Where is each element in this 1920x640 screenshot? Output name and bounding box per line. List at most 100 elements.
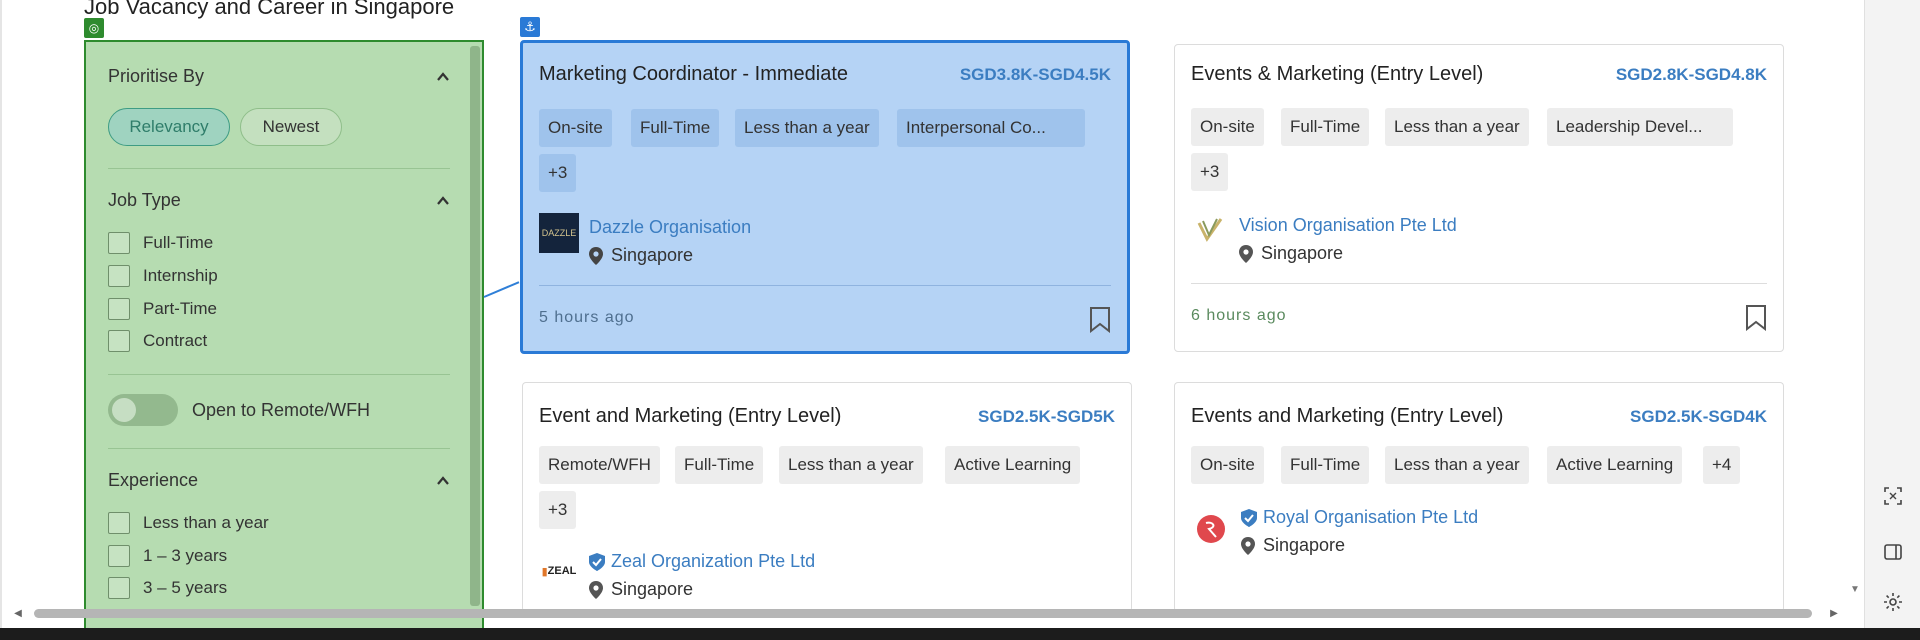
browser-viewport: Job Vacancy and Career in Singapore ◎ Pr… bbox=[0, 0, 1864, 640]
remote-toggle[interactable] bbox=[108, 394, 178, 426]
job-card[interactable]: Events & Marketing (Entry Level) SGD2.8K… bbox=[1174, 44, 1784, 352]
experience-header[interactable]: Experience bbox=[108, 470, 450, 491]
chevron-up-icon[interactable] bbox=[436, 474, 450, 488]
job-title[interactable]: Events and Marketing (Entry Level) bbox=[1191, 405, 1503, 428]
job-tag: Less than a year bbox=[779, 446, 923, 484]
job-tag-more[interactable]: +4 bbox=[1703, 446, 1741, 484]
checkbox[interactable] bbox=[108, 512, 130, 534]
checkbox[interactable] bbox=[108, 545, 130, 567]
checkbox[interactable] bbox=[108, 330, 130, 352]
company-name: Royal Organisation Pte Ltd bbox=[1263, 507, 1479, 527]
checkbox[interactable] bbox=[108, 577, 130, 599]
location-pin-icon bbox=[589, 580, 603, 599]
company-logo: DAZZLE bbox=[539, 213, 579, 253]
job-tag: Full-Time bbox=[1281, 446, 1370, 484]
page-title: Job Vacancy and Career in Singapore bbox=[84, 0, 455, 19]
company-link[interactable]: Royal Organisation Pte Ltd bbox=[1241, 507, 1478, 528]
job-tag: Less than a year bbox=[735, 109, 879, 147]
verified-shield-icon bbox=[589, 552, 605, 571]
experience-3-5-years[interactable]: 3 – 5 years bbox=[108, 577, 227, 599]
remote-toggle-label: Open to Remote/WFH bbox=[192, 400, 371, 420]
job-tag: Active Learning bbox=[1547, 446, 1683, 484]
job-tag-more[interactable]: +3 bbox=[539, 491, 577, 529]
sidebar-scrollbar[interactable] bbox=[470, 46, 480, 606]
job-card[interactable]: Event and Marketing (Entry Level) SGD2.5… bbox=[522, 382, 1132, 612]
card-divider bbox=[1191, 283, 1767, 284]
os-taskbar bbox=[0, 628, 1920, 640]
location-pin-icon bbox=[1241, 536, 1255, 555]
job-location: Singapore bbox=[589, 245, 693, 266]
location-text: Singapore bbox=[1263, 535, 1346, 555]
toggle-knob bbox=[112, 398, 136, 422]
connector-line bbox=[483, 281, 520, 298]
job-type-internship[interactable]: Internship bbox=[108, 265, 218, 287]
company-name: Zeal Organization Pte Ltd bbox=[611, 551, 816, 571]
posted-time: 6 hours ago bbox=[1191, 307, 1287, 324]
job-salary: SGD2.5K-SGD4K bbox=[1630, 407, 1767, 426]
job-type-full-time[interactable]: Full-Time bbox=[108, 232, 213, 254]
job-tag: On-site bbox=[539, 109, 612, 147]
company-logo bbox=[1197, 218, 1223, 242]
company-link[interactable]: Dazzle Organisation bbox=[589, 217, 751, 238]
company-link[interactable]: Vision Organisation Pte Ltd bbox=[1239, 215, 1457, 236]
job-title[interactable]: Marketing Coordinator - Immediate bbox=[539, 63, 848, 86]
company-logo: ▮ ZEAL bbox=[541, 565, 577, 578]
job-tag: Less than a year bbox=[1385, 108, 1529, 146]
scroll-left-icon[interactable]: ◀ bbox=[12, 606, 24, 620]
company-logo bbox=[1197, 515, 1225, 543]
job-tag-more[interactable]: +3 bbox=[1191, 153, 1229, 191]
company-logo-text: ZEAL bbox=[547, 565, 577, 577]
job-tag: Full-Time bbox=[675, 446, 764, 484]
checkbox-label: Part-Time bbox=[143, 299, 217, 318]
bookmark-icon[interactable] bbox=[1089, 307, 1111, 333]
anchor-icon: ⚓ bbox=[520, 17, 540, 37]
job-card[interactable]: Marketing Coordinator - Immediate SGD3.8… bbox=[520, 40, 1130, 354]
job-tag-more[interactable]: +3 bbox=[539, 154, 577, 192]
divider bbox=[108, 168, 450, 169]
browser-side-rail bbox=[1864, 0, 1920, 628]
scroll-down-icon[interactable]: ▼ bbox=[1850, 584, 1860, 595]
job-type-header[interactable]: Job Type bbox=[108, 190, 450, 211]
job-salary: SGD2.5K-SGD5K bbox=[978, 407, 1115, 426]
job-location: Singapore bbox=[1241, 535, 1345, 556]
location-pin-icon bbox=[589, 246, 603, 265]
checkbox[interactable] bbox=[108, 298, 130, 320]
experience-heading: Experience bbox=[108, 470, 199, 490]
prioritise-heading: Prioritise By bbox=[108, 66, 205, 86]
job-title[interactable]: Events & Marketing (Entry Level) bbox=[1191, 63, 1483, 86]
horizontal-scrollbar[interactable]: ◀ ▶ bbox=[12, 606, 1842, 620]
experience-1-3-years[interactable]: 1 – 3 years bbox=[108, 545, 227, 567]
sidebar-icon[interactable] bbox=[1881, 540, 1905, 564]
filter-sidebar: Prioritise By Relevancy Newest Job Type … bbox=[84, 40, 484, 640]
job-type-section: Job Type bbox=[108, 190, 450, 211]
prioritise-header[interactable]: Prioritise By bbox=[108, 66, 450, 87]
checkbox-label: 1 – 3 years bbox=[143, 546, 228, 565]
checkbox-label: Less than a year bbox=[143, 513, 269, 532]
job-title[interactable]: Event and Marketing (Entry Level) bbox=[539, 405, 841, 428]
location-text: Singapore bbox=[1261, 243, 1344, 263]
scrollbar-thumb[interactable] bbox=[34, 609, 1812, 618]
gear-icon[interactable] bbox=[1881, 590, 1905, 614]
posted-time: 5 hours ago bbox=[539, 309, 635, 326]
bookmark-icon[interactable] bbox=[1745, 305, 1767, 331]
job-tag: Leadership Devel... bbox=[1547, 108, 1733, 146]
job-card[interactable]: Events and Marketing (Entry Level) SGD2.… bbox=[1174, 382, 1784, 612]
checkbox[interactable] bbox=[108, 232, 130, 254]
screenshot-icon[interactable] bbox=[1881, 484, 1905, 508]
job-tag: Full-Time bbox=[631, 109, 720, 147]
chevron-up-icon[interactable] bbox=[436, 70, 450, 84]
experience-less-than-year[interactable]: Less than a year bbox=[108, 512, 269, 534]
job-tag: Remote/WFH bbox=[539, 446, 660, 484]
job-type-contract[interactable]: Contract bbox=[108, 330, 207, 352]
checkbox[interactable] bbox=[108, 265, 130, 287]
verified-shield-icon bbox=[1241, 508, 1257, 527]
job-location: Singapore bbox=[589, 579, 693, 600]
location-pin-icon bbox=[1239, 244, 1253, 263]
sort-newest-button[interactable]: Newest bbox=[240, 108, 342, 146]
scroll-right-icon[interactable]: ▶ bbox=[1828, 606, 1840, 620]
job-type-part-time[interactable]: Part-Time bbox=[108, 298, 217, 320]
divider bbox=[108, 374, 450, 375]
sort-relevancy-button[interactable]: Relevancy bbox=[108, 108, 230, 146]
company-link[interactable]: Zeal Organization Pte Ltd bbox=[589, 551, 815, 572]
chevron-up-icon[interactable] bbox=[436, 194, 450, 208]
